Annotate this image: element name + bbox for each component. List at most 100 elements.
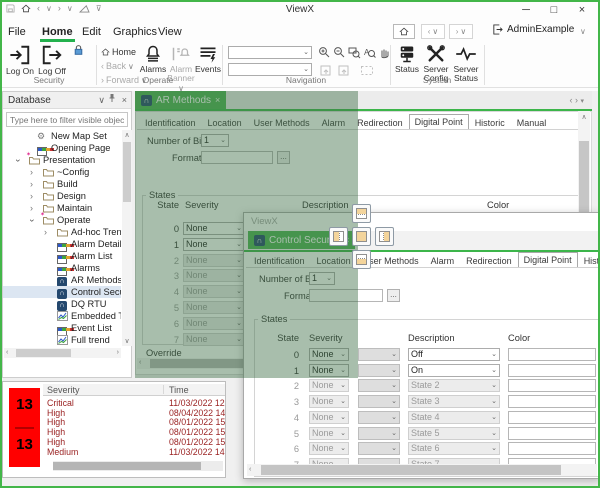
log-off-button[interactable]: Log Off bbox=[38, 44, 66, 76]
tree-item-alarm-detail[interactable]: Alarm Detail bbox=[3, 238, 121, 250]
tree-item-control-secu[interactable]: ∩Control Secu bbox=[3, 286, 121, 298]
tree-item-alarm-list[interactable]: Alarm List bbox=[3, 250, 121, 262]
description-combo-5[interactable]: State 5⌄ bbox=[408, 427, 500, 440]
description-combo-3[interactable]: State 3⌄ bbox=[408, 395, 500, 408]
secondary-combo-0[interactable]: ⌄ bbox=[358, 348, 400, 361]
lock-icon[interactable] bbox=[72, 44, 85, 57]
alarms-button[interactable]: Alarms bbox=[140, 44, 166, 74]
secondary-combo-5[interactable]: ⌄ bbox=[358, 427, 400, 440]
alarm-row[interactable]: High08/04/2022 14:30:46 bbox=[43, 408, 225, 418]
tree-item-ad-hoc-tren[interactable]: ›Ad-hoc Tren bbox=[3, 226, 121, 238]
ribbon-tab-file[interactable]: File bbox=[8, 22, 26, 42]
tree-filter-input[interactable] bbox=[6, 112, 128, 127]
tab-redirection[interactable]: Redirection bbox=[351, 115, 409, 129]
color-input-6[interactable] bbox=[508, 442, 596, 455]
dock-right-guide-icon[interactable] bbox=[375, 227, 394, 246]
severity-combo-3[interactable]: None⌄ bbox=[309, 395, 349, 408]
operate-back-button[interactable]: ‹Back∨ bbox=[101, 61, 134, 71]
tree-vertical-scrollbar[interactable]: ∧ ∨ bbox=[122, 130, 132, 346]
dock-bottom-guide-icon[interactable] bbox=[352, 250, 371, 269]
apply-right-icon[interactable] bbox=[336, 64, 350, 77]
alarm-row[interactable]: High08/01/2022 15:00:58 bbox=[43, 427, 225, 437]
ribbon-tab-home[interactable]: Home bbox=[42, 22, 73, 42]
description-combo-4[interactable]: State 4⌄ bbox=[408, 411, 500, 424]
ribbon-tab-graphics[interactable]: Graphics bbox=[113, 22, 157, 42]
secondary-combo-6[interactable]: ⌄ bbox=[358, 442, 400, 455]
ribbon-tab-view[interactable]: View bbox=[158, 22, 182, 42]
description-combo-2[interactable]: State 2⌄ bbox=[408, 379, 500, 392]
color-input-3[interactable] bbox=[508, 395, 596, 408]
tree-horizontal-scrollbar[interactable]: ‹ › bbox=[4, 348, 121, 358]
dock-top-guide-icon[interactable] bbox=[352, 204, 371, 223]
color-input-4[interactable] bbox=[508, 411, 596, 424]
tree-item-event-list[interactable]: Event List bbox=[3, 322, 121, 334]
severity-combo-6[interactable]: None⌄ bbox=[309, 442, 349, 455]
tab-alarm[interactable]: Alarm bbox=[425, 253, 461, 267]
tab-scroll-controls[interactable]: ‹ › ▾ bbox=[569, 95, 584, 105]
secondary-combo-2[interactable]: ⌄ bbox=[358, 379, 400, 392]
log-on-button[interactable]: Log On bbox=[6, 44, 34, 76]
secondary-combo-1[interactable]: ⌄ bbox=[358, 364, 400, 377]
close-button[interactable]: × bbox=[568, 0, 596, 20]
server-status-button[interactable]: Server Status bbox=[452, 44, 480, 84]
tree-item-new-map-set[interactable]: ⚙New Map Set bbox=[3, 130, 121, 142]
expand-icon[interactable]: › bbox=[44, 226, 47, 238]
color-input-5[interactable] bbox=[508, 427, 596, 440]
database-panel-header[interactable]: Database ∨ × bbox=[3, 92, 131, 109]
tree-item-embedded-t[interactable]: Embedded T bbox=[3, 310, 121, 322]
expand-icon[interactable]: › bbox=[30, 202, 33, 214]
tab-redirection[interactable]: Redirection bbox=[460, 253, 518, 267]
color-input-0[interactable] bbox=[508, 348, 596, 361]
navigation-combo-1[interactable]: ⌄ bbox=[228, 46, 312, 59]
dock-left-guide-icon[interactable] bbox=[329, 227, 348, 246]
expand-icon[interactable]: › bbox=[30, 166, 33, 178]
panel-dropdown-icon[interactable]: ∨ bbox=[98, 92, 105, 109]
alarm-table-header[interactable]: Severity Time bbox=[43, 384, 225, 396]
tree-item-design[interactable]: ›Design bbox=[3, 190, 121, 202]
secondary-combo-4[interactable]: ⌄ bbox=[358, 411, 400, 424]
nav-home-button[interactable] bbox=[393, 24, 415, 39]
tab-historic[interactable]: Historic bbox=[469, 115, 511, 129]
expand-icon[interactable]: › bbox=[30, 178, 33, 190]
color-input-2[interactable] bbox=[508, 379, 596, 392]
tab-manual[interactable]: Manual bbox=[511, 115, 553, 129]
nav-back-button[interactable]: ‹∨ bbox=[421, 24, 445, 39]
tab-historic[interactable]: Historic bbox=[578, 253, 600, 267]
operate-home-button[interactable]: Home bbox=[101, 47, 136, 57]
zoom-extents-icon[interactable] bbox=[348, 46, 361, 59]
user-menu-dropdown-icon[interactable]: ∨ bbox=[580, 27, 586, 36]
tree-item-maintain[interactable]: ›Maintain bbox=[3, 202, 121, 214]
secondary-combo-3[interactable]: ⌄ bbox=[358, 395, 400, 408]
alarm-count-box[interactable]: 13 13 bbox=[9, 388, 40, 467]
ribbon-tab-edit[interactable]: Edit bbox=[82, 22, 101, 42]
zoom-in-icon[interactable] bbox=[318, 46, 331, 59]
tree-item-alarms[interactable]: Alarms bbox=[3, 262, 121, 274]
severity-combo-4[interactable]: None⌄ bbox=[309, 411, 349, 424]
expand-icon[interactable]: › bbox=[30, 190, 33, 202]
alarm-horizontal-scrollbar[interactable] bbox=[53, 461, 223, 471]
alarm-row[interactable]: High08/01/2022 15:00:54 bbox=[43, 437, 225, 447]
dock-center-guide-icon[interactable] bbox=[352, 227, 371, 246]
tree-item-dq-rtu[interactable]: ∩DQ RTU bbox=[3, 298, 121, 310]
severity-combo-2[interactable]: None⌄ bbox=[309, 379, 349, 392]
tree-item-ar-methods[interactable]: ∩AR Methods bbox=[3, 274, 121, 286]
alarm-banner-button[interactable]: Alarm Banner ∨ bbox=[167, 44, 195, 93]
tree-item--config[interactable]: ›~Config bbox=[3, 166, 121, 178]
minimize-button[interactable]: ─ bbox=[512, 0, 540, 20]
description-combo-6[interactable]: State 6⌄ bbox=[408, 442, 500, 455]
collapse-icon[interactable]: › bbox=[26, 219, 38, 222]
description-combo-1[interactable]: On⌄ bbox=[408, 364, 500, 377]
alarm-row[interactable]: Medium11/03/2022 14:21:14 bbox=[43, 447, 225, 457]
tree-item-opening-page[interactable]: Opening Page bbox=[3, 142, 121, 154]
floating-horizontal-scrollbar[interactable]: ‹ bbox=[247, 464, 597, 476]
operate-forward-button[interactable]: ›Forward∨ bbox=[101, 75, 147, 85]
tab-digital-point[interactable]: Digital Point bbox=[518, 252, 578, 268]
pin-icon[interactable] bbox=[108, 92, 116, 109]
alarm-row[interactable]: Critical11/03/2022 12:56:35 bbox=[43, 398, 225, 408]
zoom-out-icon[interactable] bbox=[333, 46, 346, 59]
collapse-icon[interactable]: › bbox=[12, 159, 24, 162]
selection-rect-icon[interactable] bbox=[360, 64, 374, 77]
nav-forward-button[interactable]: ›∨ bbox=[449, 24, 473, 39]
format-browse-button[interactable]: ... bbox=[387, 289, 400, 302]
events-button[interactable]: Events bbox=[196, 44, 220, 74]
